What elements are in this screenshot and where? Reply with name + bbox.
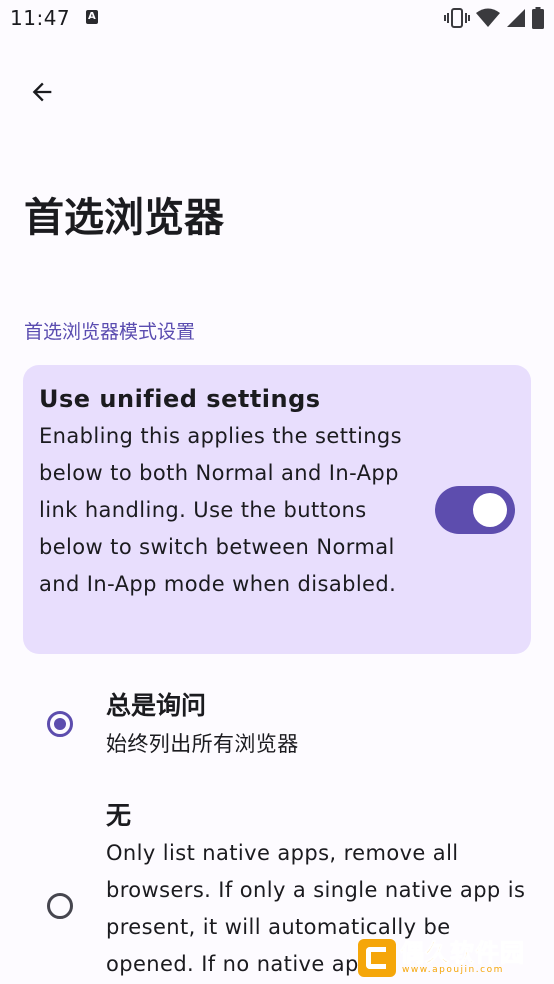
- radio-button-always-ask[interactable]: [47, 711, 73, 737]
- status-bar: 11:47: [0, 0, 554, 36]
- status-time: 11:47: [10, 6, 71, 30]
- battery-icon: [532, 7, 544, 29]
- watermark-text: 偶久软件园 www.apoujin.com: [400, 941, 525, 975]
- status-icons: [444, 6, 544, 30]
- watermark-logo-icon: [358, 939, 396, 977]
- unified-settings-title: Use unified settings: [39, 385, 321, 413]
- section-header: 首选浏览器模式设置: [24, 321, 196, 343]
- unified-settings-card[interactable]: Use unified settings Enabling this appli…: [23, 365, 531, 654]
- wifi-icon: [476, 8, 500, 28]
- option-always-ask[interactable]: 总是询问 始终列出所有浏览器: [0, 684, 554, 774]
- option-title: 无: [106, 801, 132, 830]
- option-title: 总是询问: [106, 691, 207, 720]
- text-a-icon: [86, 10, 98, 24]
- page-title: 首选浏览器: [24, 195, 224, 241]
- unified-settings-description: Enabling this applies the settings below…: [39, 424, 402, 596]
- option-description: 始终列出所有浏览器: [106, 732, 299, 756]
- watermark-name: 偶久软件园: [400, 939, 525, 967]
- watermark: 偶久软件园 www.apoujin.com: [358, 936, 548, 980]
- toggle-thumb: [473, 493, 507, 527]
- watermark-url: www.apoujin.com: [402, 965, 504, 975]
- signal-icon: [506, 8, 526, 28]
- radio-button-none[interactable]: [47, 893, 73, 919]
- vibrate-icon: [444, 8, 470, 28]
- unified-settings-toggle[interactable]: [435, 486, 515, 534]
- arrow-back-icon: [28, 78, 56, 110]
- back-button[interactable]: [20, 72, 64, 116]
